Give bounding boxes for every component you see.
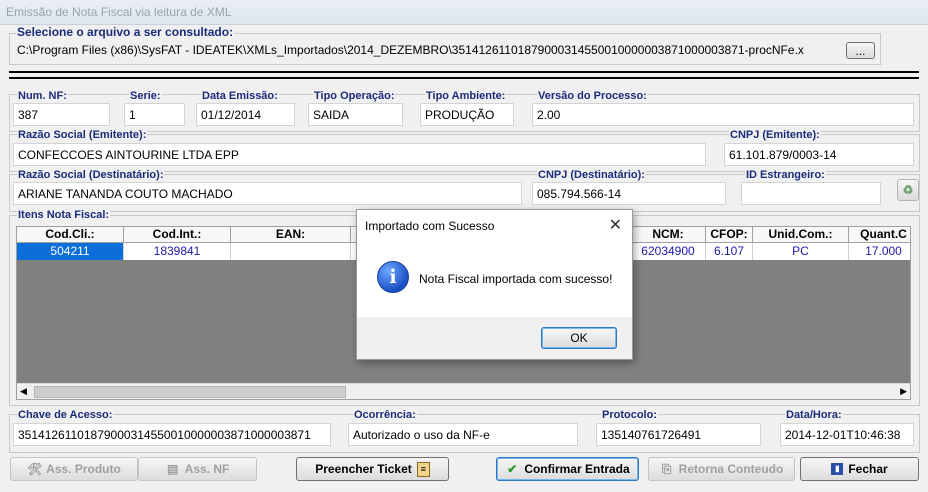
col-cod-int[interactable]: Cod.Int.: <box>124 227 231 243</box>
preencher-ticket-label: Preencher Ticket <box>315 462 412 476</box>
chave-field[interactable]: 3514126110187900031455001000000387100000… <box>13 423 331 446</box>
fechar-button[interactable]: ▮ Fechar <box>800 457 919 481</box>
ass-produto-button[interactable]: 🛠 Ass. Produto <box>10 457 138 481</box>
col-ncm[interactable]: NCM: <box>631 227 706 243</box>
razao-emitente-label: Razão Social (Emitente): <box>17 129 148 141</box>
datahora-field[interactable]: 2014-12-01T10:46:38 <box>780 423 914 446</box>
serie-field[interactable]: 1 <box>124 103 185 126</box>
horizontal-scrollbar[interactable]: ◀ ▶ <box>17 383 910 399</box>
separator-bottom <box>9 77 919 79</box>
col-unid-com[interactable]: Unid.Com.: <box>753 227 849 243</box>
protocolo-label: Protocolo: <box>601 409 658 421</box>
dialog-footer: OK <box>357 317 632 359</box>
data-emissao-field[interactable]: 01/12/2014 <box>196 103 295 126</box>
chave-label: Chave de Acesso: <box>17 409 114 421</box>
razao-destinatario-field[interactable]: ARIANE TANANDA COUTO MACHADO <box>13 182 522 205</box>
success-dialog: Importado com Sucesso ✕ i Nota Fiscal im… <box>356 209 633 360</box>
confirmar-entrada-button[interactable]: ✔ Confirmar Entrada <box>496 457 639 481</box>
cell-ean[interactable] <box>231 243 351 260</box>
product-icon: 🛠 <box>27 462 43 476</box>
browse-button[interactable]: ... <box>846 42 875 59</box>
col-cod-cli[interactable]: Cod.Cli.: <box>17 227 124 243</box>
preencher-ticket-button[interactable]: Preencher Ticket ≡ <box>296 457 449 481</box>
clipboard-icon: ≡ <box>416 461 430 477</box>
ocorrencia-label: Ocorrência: <box>353 409 417 421</box>
return-icon: ⎘ <box>661 462 672 476</box>
close-icon[interactable]: ✕ <box>609 215 622 235</box>
col-ean[interactable]: EAN: <box>231 227 351 243</box>
ass-produto-label: Ass. Produto <box>46 462 121 476</box>
items-label: Itens Nota Fiscal: <box>17 209 111 221</box>
ass-nf-label: Ass. NF <box>184 462 230 476</box>
document-icon: ▤ <box>166 462 179 476</box>
serie-label: Serie: <box>129 90 162 102</box>
col-cfop[interactable]: CFOP: <box>706 227 753 243</box>
lookup-button[interactable]: ♻ <box>897 179 919 201</box>
cell-cod-int[interactable]: 1839841 <box>124 243 231 260</box>
exit-icon: ▮ <box>831 463 844 475</box>
ass-nf-button[interactable]: ▤ Ass. NF <box>138 457 257 481</box>
cnpj-emitente-label: CNPJ (Emitente): <box>729 129 821 141</box>
tipo-operacao-field[interactable]: SAIDA <box>308 103 403 126</box>
num-nf-label: Num. NF: <box>17 90 68 102</box>
cell-unid-com[interactable]: PC <box>753 243 849 260</box>
fechar-label: Fechar <box>848 462 888 476</box>
cnpj-emitente-field[interactable]: 61.101.879/0003-14 <box>724 143 914 166</box>
cell-cod-cli[interactable]: 504211 <box>17 243 124 260</box>
cnpj-destinatario-field[interactable]: 085.794.566-14 <box>532 182 726 205</box>
scroll-right-icon[interactable]: ▶ <box>900 384 907 398</box>
window-title: Emissão de Nota Fiscal via leitura de XM… <box>6 5 232 19</box>
razao-destinatario-label: Razão Social (Destinatário): <box>17 169 165 181</box>
file-path: C:\Program Files (x86)\SysFAT - IDEATEK\… <box>17 43 804 57</box>
ocorrencia-field[interactable]: Autorizado o uso da NF-e <box>348 423 578 446</box>
num-nf-field[interactable]: 387 <box>13 103 110 126</box>
data-emissao-label: Data Emissão: <box>201 90 279 102</box>
versao-field[interactable]: 2.00 <box>532 103 914 126</box>
id-estrangeiro-field[interactable] <box>741 182 881 205</box>
cnpj-destinatario-label: CNPJ (Destinatário): <box>537 169 646 181</box>
datahora-label: Data/Hora: <box>785 409 843 421</box>
versao-label: Versão do Processo: <box>537 90 648 102</box>
tipo-ambiente-label: Tipo Ambiente: <box>425 90 507 102</box>
check-icon: ✔ <box>507 462 518 476</box>
window-titlebar: Emissão de Nota Fiscal via leitura de XM… <box>0 0 928 25</box>
razao-emitente-field[interactable]: CONFECCOES AINTOURINE LTDA EPP <box>13 143 706 166</box>
tipo-ambiente-field[interactable]: PRODUÇÃO <box>420 103 514 126</box>
info-icon: i <box>377 261 409 293</box>
cell-ncm[interactable]: 62034900 <box>631 243 706 260</box>
file-label: Selecione o arquivo a ser consultado: <box>16 25 235 39</box>
scroll-thumb[interactable] <box>34 386 346 398</box>
retorna-conteudo-button[interactable]: ⎘ Retorna Conteudo <box>648 457 795 481</box>
retorna-conteudo-label: Retorna Conteudo <box>678 462 784 476</box>
ok-button[interactable]: OK <box>541 327 617 349</box>
scroll-left-icon[interactable]: ◀ <box>20 384 27 398</box>
id-estrangeiro-label: ID Estrangeiro: <box>745 169 826 181</box>
protocolo-field[interactable]: 135140761726491 <box>596 423 761 446</box>
dialog-title: Importado com Sucesso <box>365 219 495 233</box>
cell-quant[interactable]: 17.000 <box>849 243 910 260</box>
cell-cfop[interactable]: 6.107 <box>706 243 753 260</box>
confirmar-entrada-label: Confirmar Entrada <box>524 462 630 476</box>
separator-top <box>9 71 919 73</box>
dialog-message: Nota Fiscal importada com sucesso! <box>419 272 613 286</box>
col-quant[interactable]: Quant.C <box>849 227 910 243</box>
tipo-operacao-label: Tipo Operação: <box>313 90 396 102</box>
recycle-icon: ♻ <box>902 183 914 197</box>
